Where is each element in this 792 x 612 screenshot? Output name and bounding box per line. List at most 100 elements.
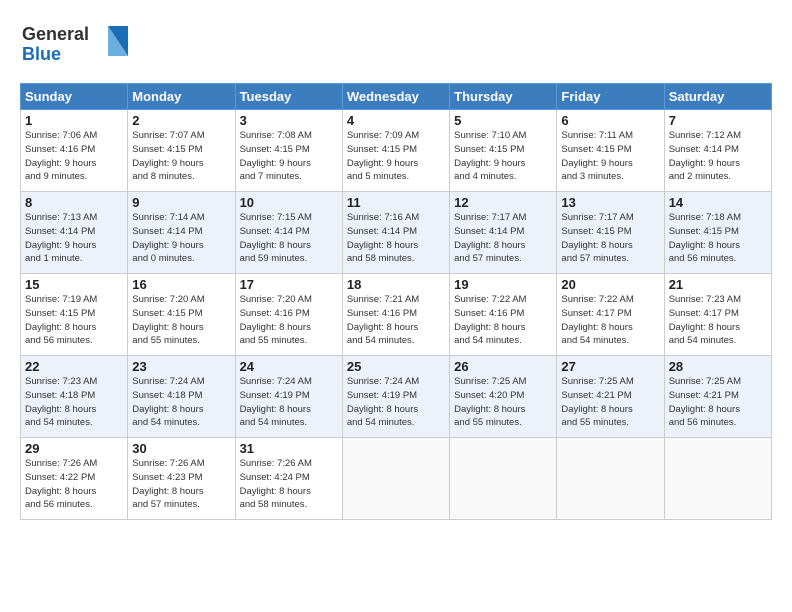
day-info: Sunrise: 7:11 AMSunset: 4:15 PMDaylight:… <box>561 129 659 184</box>
day-number: 25 <box>347 359 445 374</box>
calendar-cell <box>342 438 449 520</box>
day-info: Sunrise: 7:19 AMSunset: 4:15 PMDaylight:… <box>25 293 123 348</box>
day-number: 31 <box>240 441 338 456</box>
day-number: 14 <box>669 195 767 210</box>
day-header-friday: Friday <box>557 84 664 110</box>
calendar-cell: 14Sunrise: 7:18 AMSunset: 4:15 PMDayligh… <box>664 192 771 274</box>
day-number: 2 <box>132 113 230 128</box>
day-header-sunday: Sunday <box>21 84 128 110</box>
calendar-week-row: 8Sunrise: 7:13 AMSunset: 4:14 PMDaylight… <box>21 192 772 274</box>
day-number: 6 <box>561 113 659 128</box>
day-info: Sunrise: 7:15 AMSunset: 4:14 PMDaylight:… <box>240 211 338 266</box>
day-info: Sunrise: 7:26 AMSunset: 4:23 PMDaylight:… <box>132 457 230 512</box>
day-info: Sunrise: 7:22 AMSunset: 4:17 PMDaylight:… <box>561 293 659 348</box>
day-number: 29 <box>25 441 123 456</box>
calendar-cell: 20Sunrise: 7:22 AMSunset: 4:17 PMDayligh… <box>557 274 664 356</box>
calendar-cell <box>664 438 771 520</box>
calendar-cell: 13Sunrise: 7:17 AMSunset: 4:15 PMDayligh… <box>557 192 664 274</box>
calendar-cell: 26Sunrise: 7:25 AMSunset: 4:20 PMDayligh… <box>450 356 557 438</box>
day-info: Sunrise: 7:24 AMSunset: 4:18 PMDaylight:… <box>132 375 230 430</box>
calendar-table: SundayMondayTuesdayWednesdayThursdayFrid… <box>20 83 772 520</box>
day-info: Sunrise: 7:21 AMSunset: 4:16 PMDaylight:… <box>347 293 445 348</box>
svg-text:Blue: Blue <box>22 44 61 64</box>
day-info: Sunrise: 7:26 AMSunset: 4:22 PMDaylight:… <box>25 457 123 512</box>
day-number: 26 <box>454 359 552 374</box>
day-number: 23 <box>132 359 230 374</box>
calendar-cell: 11Sunrise: 7:16 AMSunset: 4:14 PMDayligh… <box>342 192 449 274</box>
calendar-cell: 7Sunrise: 7:12 AMSunset: 4:14 PMDaylight… <box>664 110 771 192</box>
day-info: Sunrise: 7:07 AMSunset: 4:15 PMDaylight:… <box>132 129 230 184</box>
calendar-cell: 2Sunrise: 7:07 AMSunset: 4:15 PMDaylight… <box>128 110 235 192</box>
calendar-cell: 21Sunrise: 7:23 AMSunset: 4:17 PMDayligh… <box>664 274 771 356</box>
day-number: 30 <box>132 441 230 456</box>
day-info: Sunrise: 7:25 AMSunset: 4:21 PMDaylight:… <box>669 375 767 430</box>
calendar-cell: 3Sunrise: 7:08 AMSunset: 4:15 PMDaylight… <box>235 110 342 192</box>
logo-text: General Blue <box>20 18 130 75</box>
day-info: Sunrise: 7:06 AMSunset: 4:16 PMDaylight:… <box>25 129 123 184</box>
calendar-week-row: 15Sunrise: 7:19 AMSunset: 4:15 PMDayligh… <box>21 274 772 356</box>
day-info: Sunrise: 7:17 AMSunset: 4:14 PMDaylight:… <box>454 211 552 266</box>
day-info: Sunrise: 7:13 AMSunset: 4:14 PMDaylight:… <box>25 211 123 266</box>
day-info: Sunrise: 7:12 AMSunset: 4:14 PMDaylight:… <box>669 129 767 184</box>
calendar-cell: 19Sunrise: 7:22 AMSunset: 4:16 PMDayligh… <box>450 274 557 356</box>
calendar-cell <box>557 438 664 520</box>
day-info: Sunrise: 7:08 AMSunset: 4:15 PMDaylight:… <box>240 129 338 184</box>
day-info: Sunrise: 7:22 AMSunset: 4:16 PMDaylight:… <box>454 293 552 348</box>
day-number: 19 <box>454 277 552 292</box>
day-number: 17 <box>240 277 338 292</box>
calendar-cell: 25Sunrise: 7:24 AMSunset: 4:19 PMDayligh… <box>342 356 449 438</box>
day-header-tuesday: Tuesday <box>235 84 342 110</box>
day-number: 10 <box>240 195 338 210</box>
day-number: 4 <box>347 113 445 128</box>
calendar-week-row: 22Sunrise: 7:23 AMSunset: 4:18 PMDayligh… <box>21 356 772 438</box>
day-number: 27 <box>561 359 659 374</box>
calendar-cell: 12Sunrise: 7:17 AMSunset: 4:14 PMDayligh… <box>450 192 557 274</box>
day-info: Sunrise: 7:18 AMSunset: 4:15 PMDaylight:… <box>669 211 767 266</box>
day-number: 22 <box>25 359 123 374</box>
day-header-wednesday: Wednesday <box>342 84 449 110</box>
page: General Blue SundayMondayTuesdayWednesda… <box>0 0 792 530</box>
day-number: 9 <box>132 195 230 210</box>
day-info: Sunrise: 7:25 AMSunset: 4:21 PMDaylight:… <box>561 375 659 430</box>
calendar-cell: 29Sunrise: 7:26 AMSunset: 4:22 PMDayligh… <box>21 438 128 520</box>
day-info: Sunrise: 7:23 AMSunset: 4:17 PMDaylight:… <box>669 293 767 348</box>
calendar-cell: 23Sunrise: 7:24 AMSunset: 4:18 PMDayligh… <box>128 356 235 438</box>
calendar-cell: 15Sunrise: 7:19 AMSunset: 4:15 PMDayligh… <box>21 274 128 356</box>
calendar-cell: 31Sunrise: 7:26 AMSunset: 4:24 PMDayligh… <box>235 438 342 520</box>
day-number: 12 <box>454 195 552 210</box>
day-info: Sunrise: 7:24 AMSunset: 4:19 PMDaylight:… <box>347 375 445 430</box>
calendar-week-row: 29Sunrise: 7:26 AMSunset: 4:22 PMDayligh… <box>21 438 772 520</box>
day-number: 18 <box>347 277 445 292</box>
calendar-cell: 27Sunrise: 7:25 AMSunset: 4:21 PMDayligh… <box>557 356 664 438</box>
day-info: Sunrise: 7:14 AMSunset: 4:14 PMDaylight:… <box>132 211 230 266</box>
header: General Blue <box>20 18 772 75</box>
day-info: Sunrise: 7:09 AMSunset: 4:15 PMDaylight:… <box>347 129 445 184</box>
day-number: 3 <box>240 113 338 128</box>
day-info: Sunrise: 7:16 AMSunset: 4:14 PMDaylight:… <box>347 211 445 266</box>
day-number: 16 <box>132 277 230 292</box>
day-number: 21 <box>669 277 767 292</box>
calendar-cell: 18Sunrise: 7:21 AMSunset: 4:16 PMDayligh… <box>342 274 449 356</box>
day-header-monday: Monday <box>128 84 235 110</box>
calendar-cell <box>450 438 557 520</box>
day-info: Sunrise: 7:23 AMSunset: 4:18 PMDaylight:… <box>25 375 123 430</box>
day-info: Sunrise: 7:25 AMSunset: 4:20 PMDaylight:… <box>454 375 552 430</box>
day-info: Sunrise: 7:24 AMSunset: 4:19 PMDaylight:… <box>240 375 338 430</box>
day-number: 13 <box>561 195 659 210</box>
calendar-week-row: 1Sunrise: 7:06 AMSunset: 4:16 PMDaylight… <box>21 110 772 192</box>
day-number: 7 <box>669 113 767 128</box>
calendar-cell: 30Sunrise: 7:26 AMSunset: 4:23 PMDayligh… <box>128 438 235 520</box>
day-number: 1 <box>25 113 123 128</box>
calendar-cell: 8Sunrise: 7:13 AMSunset: 4:14 PMDaylight… <box>21 192 128 274</box>
day-header-saturday: Saturday <box>664 84 771 110</box>
calendar-header-row: SundayMondayTuesdayWednesdayThursdayFrid… <box>21 84 772 110</box>
svg-text:General: General <box>22 24 89 44</box>
calendar-cell: 24Sunrise: 7:24 AMSunset: 4:19 PMDayligh… <box>235 356 342 438</box>
day-number: 8 <box>25 195 123 210</box>
calendar-cell: 16Sunrise: 7:20 AMSunset: 4:15 PMDayligh… <box>128 274 235 356</box>
day-number: 15 <box>25 277 123 292</box>
day-number: 11 <box>347 195 445 210</box>
calendar-cell: 6Sunrise: 7:11 AMSunset: 4:15 PMDaylight… <box>557 110 664 192</box>
day-number: 24 <box>240 359 338 374</box>
calendar-cell: 1Sunrise: 7:06 AMSunset: 4:16 PMDaylight… <box>21 110 128 192</box>
